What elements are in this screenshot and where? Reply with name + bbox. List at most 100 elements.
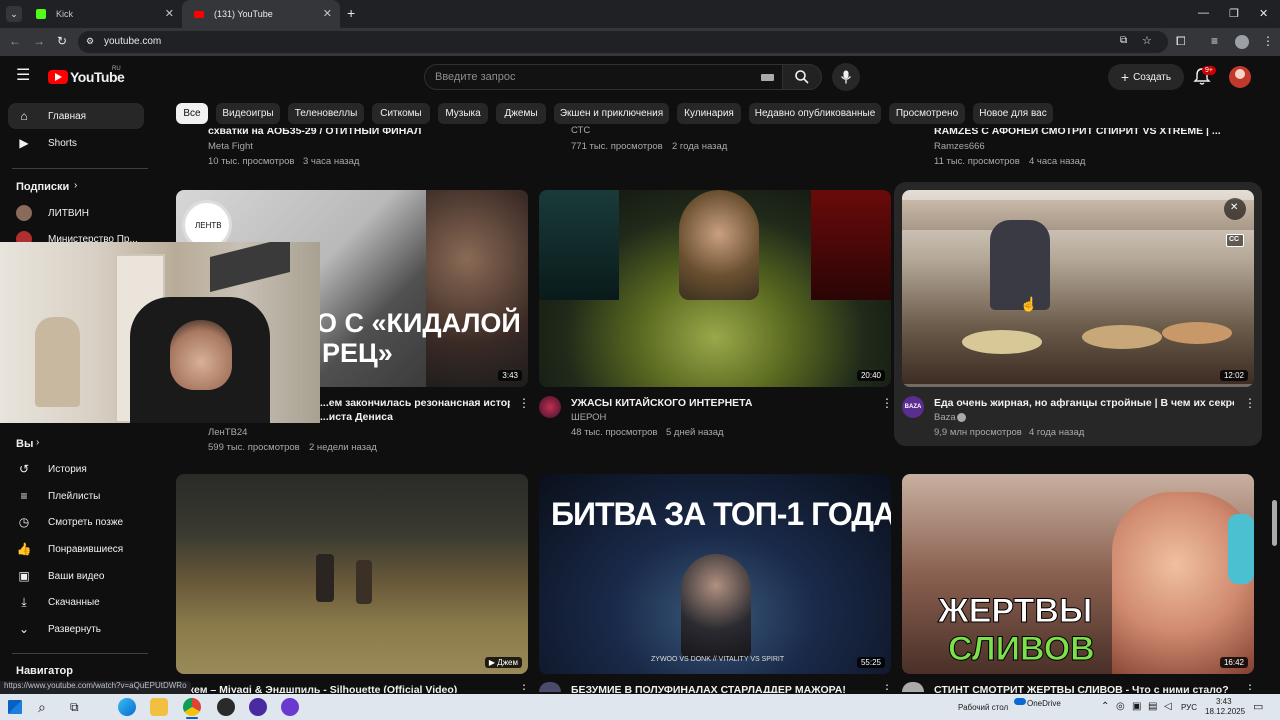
reading-list-icon[interactable]: ≡ [1211, 34, 1218, 48]
tab-kick[interactable]: Kick ✕ [24, 0, 182, 28]
more-options-icon[interactable]: ⋮ [518, 682, 530, 692]
video-title[interactable]: ...кем – Miyagi & Эндшпиль - Silhouette … [180, 684, 470, 693]
mute-button[interactable]: ✕ [1224, 198, 1246, 220]
onedrive-icon[interactable] [1014, 698, 1026, 705]
video-title[interactable]: Еда очень жирная, но афганцы стройные | … [934, 397, 1234, 409]
youtube-logo[interactable]: YouTube RU [48, 66, 128, 87]
channel-avatar[interactable] [902, 682, 924, 692]
chip-video-games[interactable]: Видеоигры [216, 103, 280, 124]
new-tab-icon[interactable]: + [347, 5, 355, 21]
chip-music[interactable]: Музыка [438, 103, 488, 124]
windows-start-icon[interactable] [8, 700, 22, 714]
video-title[interactable]: БЕЗУМИЕ В ПОЛУФИНАЛАХ СТАРЛАДДЕР МАЖОРА! [571, 684, 871, 693]
language-indicator[interactable]: РУС [1181, 703, 1197, 712]
tab-search-icon[interactable]: ⌄ [6, 6, 22, 22]
more-options-icon[interactable]: ⋮ [1244, 682, 1256, 692]
search-input[interactable]: Введите запрос [424, 64, 784, 90]
sidebar-item-downloads[interactable]: ⤓ Скачанные [8, 589, 144, 615]
tab-youtube[interactable]: (131) YouTube ✕ [182, 0, 340, 28]
browser-menu-icon[interactable]: ⋮ [1262, 34, 1274, 48]
task-view-icon[interactable]: ⧉ [70, 698, 88, 716]
notification-center-icon[interactable]: ▭ [1253, 700, 1263, 713]
captions-button[interactable]: CC [1226, 234, 1244, 247]
video-thumbnail[interactable]: ▶ Джем [176, 474, 528, 674]
tray-app-icon[interactable]: ◎ [1116, 701, 1125, 712]
sidebar-item-your-videos[interactable]: ▣ Ваши видео [8, 563, 144, 589]
video-title[interactable]: схватки на АОБ35-29 / ОТИТНЫЙ ФИНАЛ [208, 128, 508, 137]
network-icon[interactable]: ▤ [1148, 701, 1157, 712]
keyboard-icon[interactable] [761, 74, 774, 81]
channel-name[interactable]: Meta Fight [208, 141, 253, 152]
video-title[interactable]: СТИНТ СМОТРИТ ЖЕРТВЫ СЛИВОВ - Что с ними… [934, 684, 1234, 693]
tray-overflow-icon[interactable]: ⌃ [1101, 701, 1109, 712]
reload-icon[interactable]: ↻ [57, 34, 67, 48]
channel-avatar[interactable]: BAZA [902, 396, 924, 418]
chip-recently-uploaded[interactable]: Недавно опубликованные [749, 103, 881, 124]
video-title-line2[interactable]: ...иста Дениса [320, 411, 510, 423]
chip-telenovelas[interactable]: Теленовеллы [288, 103, 364, 124]
sidebar-item-playlists[interactable]: ≡ Плейлисты [8, 483, 144, 509]
app-icon[interactable] [281, 698, 299, 716]
search-button[interactable] [782, 64, 822, 90]
more-options-icon[interactable]: ⋮ [518, 396, 530, 410]
chip-new-for-you[interactable]: Новое для вас [973, 103, 1053, 124]
sidebar-item-history[interactable]: ↺ История [8, 456, 144, 482]
app-icon[interactable] [249, 698, 267, 716]
preview-progress-bar[interactable] [902, 384, 1254, 387]
back-icon[interactable]: ← [9, 34, 21, 48]
video-thumbnail[interactable]: 20:40 [539, 190, 891, 387]
sidebar-item-shorts[interactable]: ▶ Shorts [8, 130, 144, 156]
subscriptions-header[interactable]: Подписки [16, 181, 69, 193]
omnibox[interactable]: ⚙ youtube.com ⧉ ☆ [78, 31, 1168, 53]
edge-browser-icon[interactable] [118, 698, 136, 716]
volume-icon[interactable]: ◁ [1164, 701, 1172, 712]
tray-app-icon[interactable]: ▣ [1132, 701, 1141, 712]
video-thumbnail[interactable]: БИТВА ЗА ТОП-1 ГОДА ZYWOO VS DONK // VIT… [539, 474, 891, 674]
sidebar-item-liked[interactable]: 👍 Понравившиеся [8, 536, 144, 562]
close-tab-icon[interactable]: ✕ [165, 7, 174, 20]
site-info-icon[interactable]: ⚙ [86, 36, 94, 47]
chrome-icon[interactable] [183, 698, 201, 716]
forward-icon[interactable]: → [33, 34, 45, 48]
clock-time[interactable]: 3:43 [1216, 697, 1232, 706]
create-button[interactable]: + Создать [1108, 64, 1184, 90]
search-icon[interactable]: ⌕ [38, 698, 56, 716]
restore-icon[interactable]: ❐ [1229, 7, 1239, 20]
clock-date[interactable]: 18.12.2025 [1205, 707, 1245, 716]
close-window-icon[interactable]: ✕ [1259, 7, 1268, 20]
voice-search-button[interactable] [832, 63, 860, 91]
minimize-icon[interactable]: — [1198, 7, 1209, 19]
channel-name[interactable]: СТС [571, 126, 590, 137]
chip-sitcoms[interactable]: Ситкомы [372, 103, 430, 124]
video-title[interactable]: ...ем закончилась резонансная история [320, 397, 510, 409]
desktop-toolbar-label[interactable]: Рабочий стол [958, 703, 1008, 712]
video-thumbnail[interactable]: ЖЕРТВЫ СЛИВОВ 16:42 [902, 474, 1254, 674]
chip-cooking[interactable]: Кулинария [677, 103, 741, 124]
more-options-icon[interactable]: ⋮ [881, 682, 893, 692]
file-explorer-icon[interactable] [150, 698, 168, 716]
page-scrollbar[interactable] [1272, 500, 1277, 546]
onedrive-label[interactable]: OneDrive [1027, 699, 1061, 708]
profile-icon[interactable] [1235, 35, 1249, 49]
video-preview-player[interactable]: ✕ CC ☝ 12:02 [902, 190, 1254, 387]
sidebar-item-watch-later[interactable]: ◷ Смотреть позже [8, 509, 144, 535]
bookmark-star-icon[interactable]: ☆ [1142, 34, 1152, 47]
chip-watched[interactable]: Просмотрено [889, 103, 965, 124]
sidebar-item-subscription[interactable]: ЛИТВИН [8, 200, 144, 226]
video-title[interactable]: RAMZES С АФОНЕЙ СМОТРИТ СПИРИТ VS XTREME… [934, 128, 1234, 137]
extensions-icon[interactable]: ⧠ [1176, 34, 1186, 49]
channel-name[interactable]: Ramzes666 [934, 141, 985, 152]
more-options-icon[interactable]: ⋮ [881, 396, 893, 410]
you-header[interactable]: Вы [16, 438, 33, 450]
more-options-icon[interactable]: ⋮ [1244, 396, 1256, 410]
channel-name[interactable]: ШЕРОН [571, 412, 606, 423]
chip-all[interactable]: Все [176, 103, 208, 124]
chip-jams[interactable]: Джемы [496, 103, 546, 124]
account-avatar[interactable] [1229, 66, 1251, 88]
channel-avatar[interactable] [539, 682, 561, 692]
channel-avatar[interactable] [539, 396, 561, 418]
app-icon[interactable] [217, 698, 235, 716]
video-title[interactable]: УЖАСЫ КИТАЙСКОГО ИНТЕРНЕТА [571, 397, 871, 409]
chip-action[interactable]: Экшен и приключения [554, 103, 669, 124]
close-tab-icon[interactable]: ✕ [323, 7, 332, 20]
